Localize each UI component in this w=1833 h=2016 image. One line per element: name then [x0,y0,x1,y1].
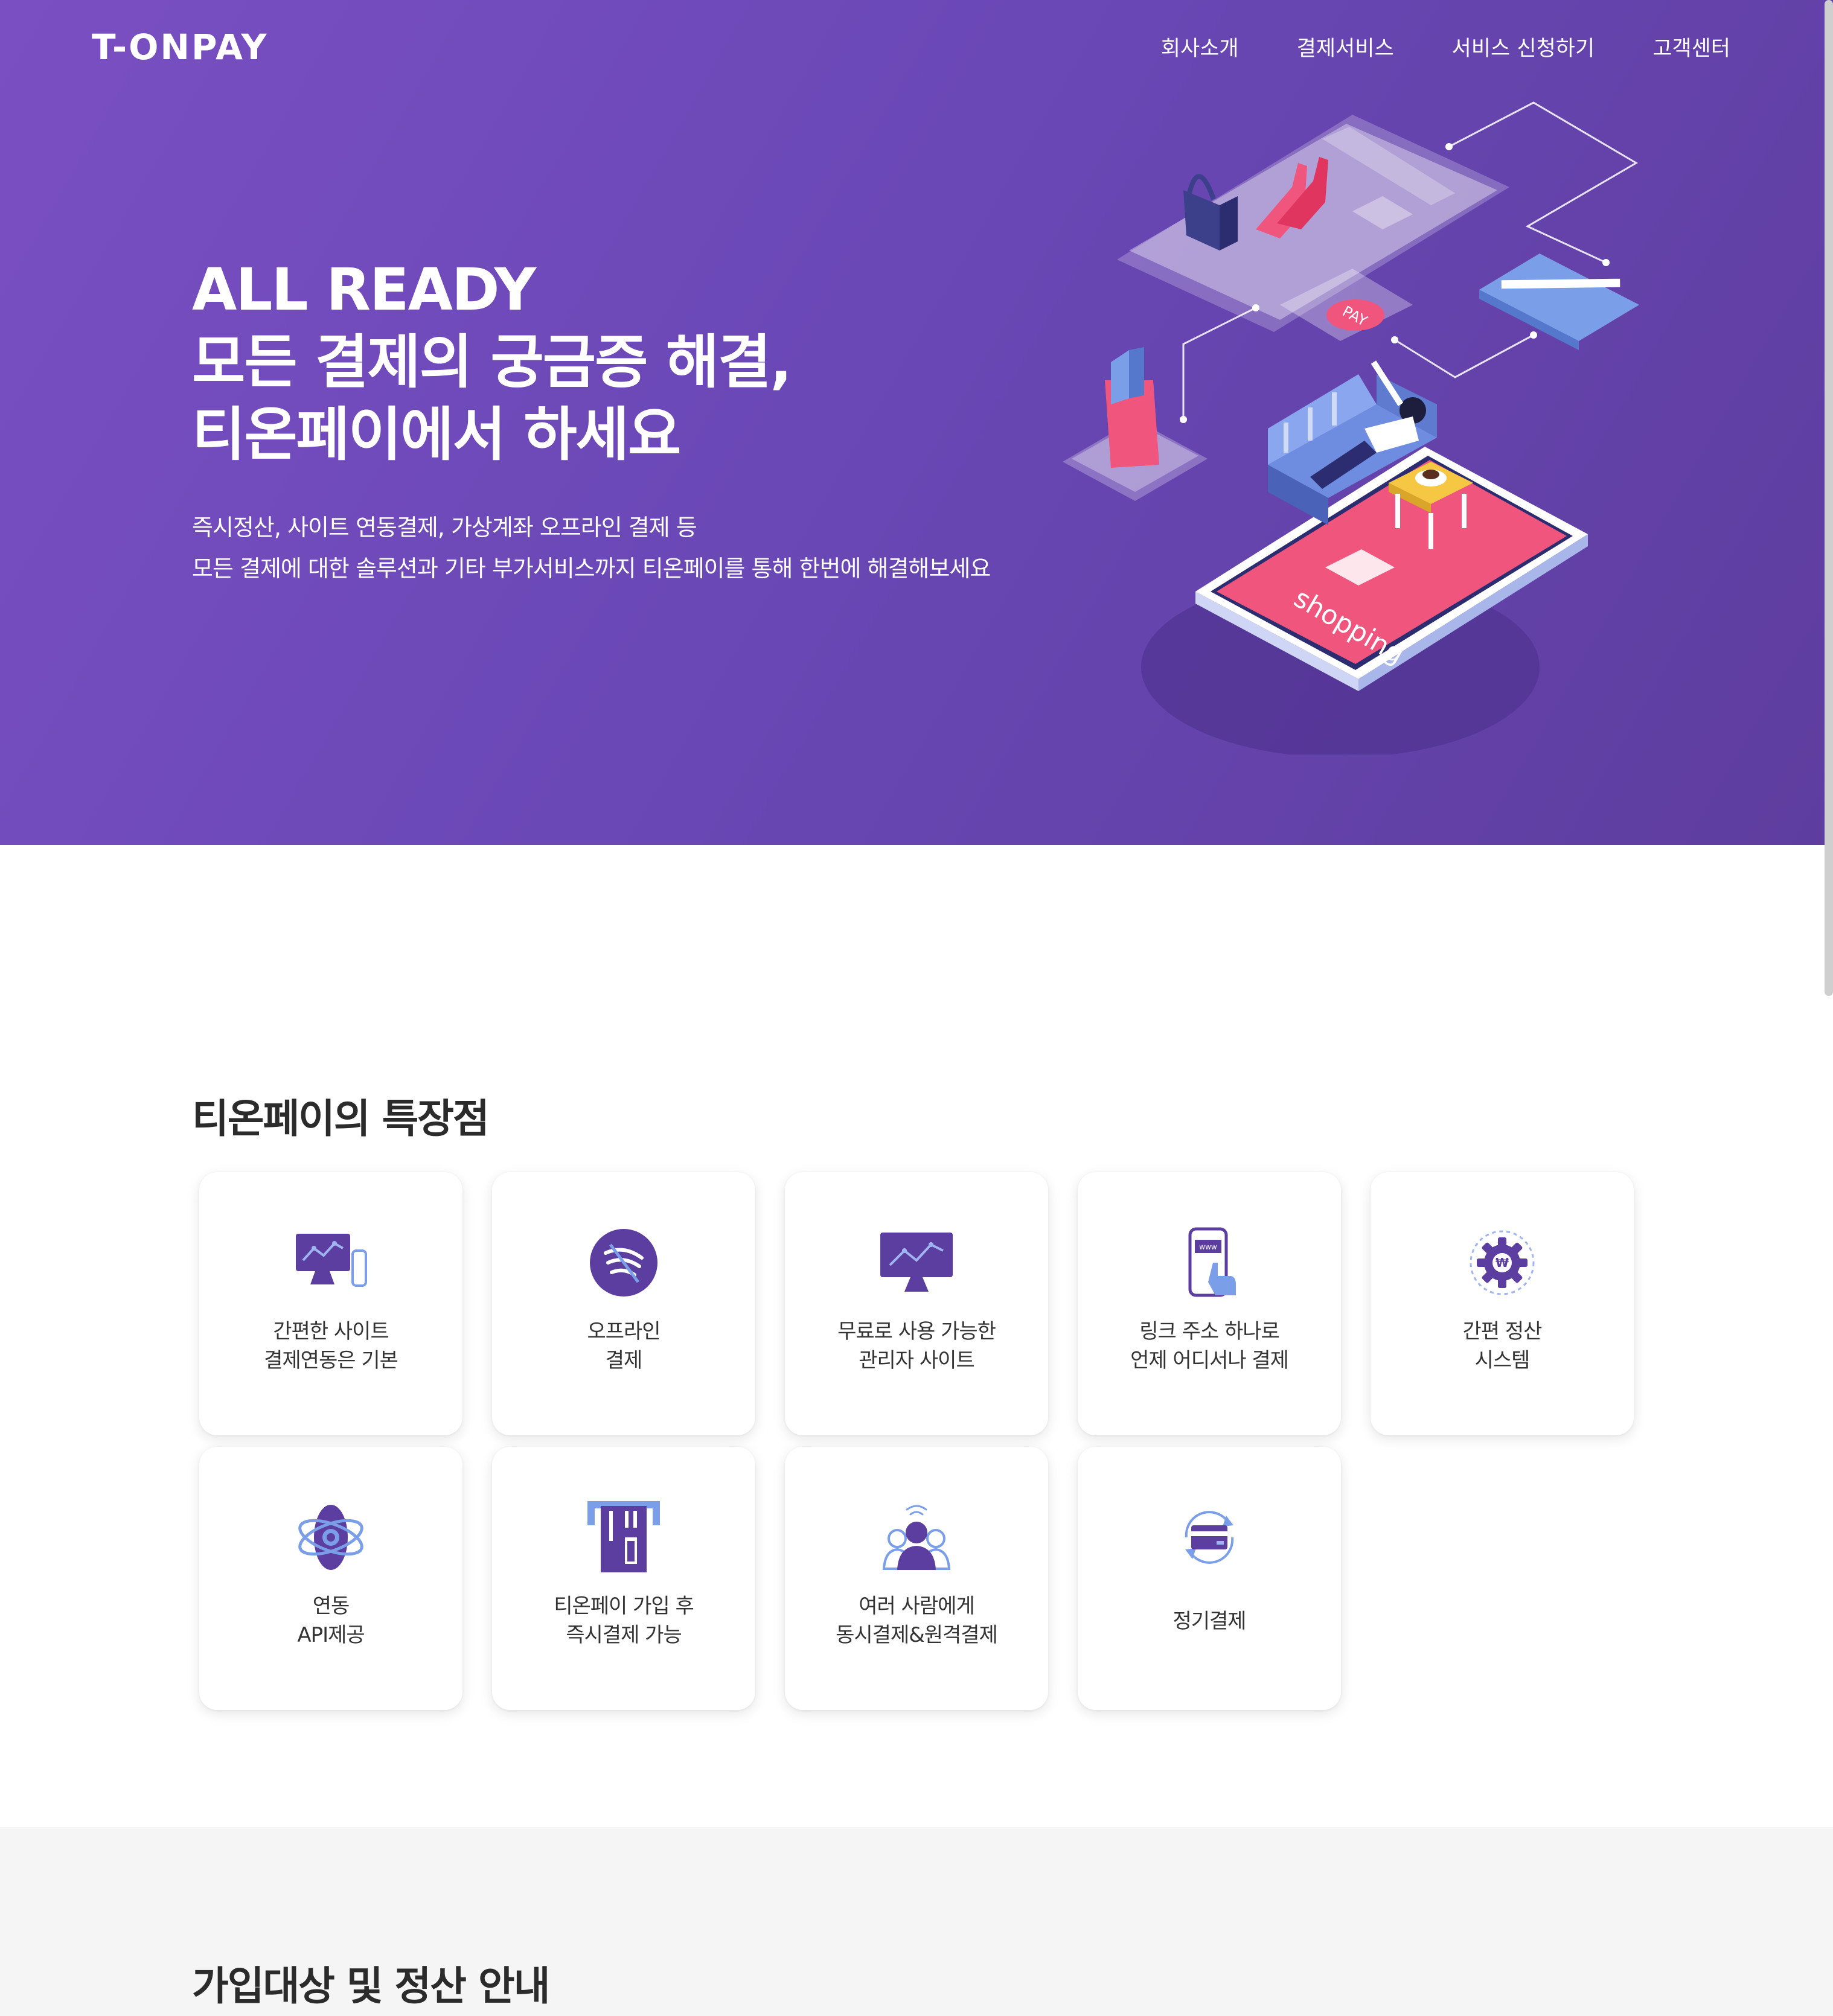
feature-card-api[interactable]: 연동 API제공 [199,1447,462,1710]
feature-label-line: 결제 [605,1348,643,1373]
feature-label-line: 간편 정산 [1462,1319,1543,1344]
shopping-illustration: PAY shopping [1063,101,1639,754]
feature-card-admin-site[interactable]: 무료로 사용 가능한 관리자 사이트 [785,1172,1048,1435]
hero-title-line: 티온페이에서 하세요 [192,401,681,468]
feature-label-line: 여러 사람에게 [859,1594,975,1618]
feature-card-link-payment[interactable]: www 링크 주소 하나로 언제 어디서나 결제 [1078,1172,1341,1435]
www-text: www [1199,1243,1217,1251]
site-logo[interactable]: T-ONPAY [92,27,268,68]
main-nav: 회사소개 결제서비스 서비스 신청하기 고객센터 [1161,31,1730,62]
nav-item-support[interactable]: 고객센터 [1652,31,1730,62]
won-text: ₩ [1496,1255,1509,1270]
feature-label: 티온페이 가입 후 즉시결제 가능 [492,1592,755,1650]
nav-item-company[interactable]: 회사소개 [1161,31,1239,62]
monitor-chart-icon [880,1233,953,1292]
feature-label: 링크 주소 하나로 언제 어디서나 결제 [1078,1317,1341,1375]
phone-link-icon: www [1188,1227,1236,1297]
page-scrollbar[interactable] [1825,0,1833,996]
feature-label-line: 링크 주소 하나로 [1139,1319,1280,1344]
feature-label: 정기결제 [1078,1607,1341,1636]
feature-card-instant-payment[interactable]: 티온페이 가입 후 즉시결제 가능 [492,1447,755,1710]
feature-label-line: 시스템 [1474,1348,1531,1373]
hero-title-line: ALL READY [192,256,536,324]
feature-card-settlement[interactable]: ₩ 간편 정산 시스템 [1371,1172,1634,1435]
feature-label-line: 동시결제&원격결제 [836,1623,998,1647]
contactless-pay-icon [590,1229,657,1297]
atom-api-icon [298,1505,363,1570]
feature-card-offline-payment[interactable]: 오프라인 결제 [492,1172,755,1435]
info-section: 가입대상 및 정산 안내 [0,1827,1833,2016]
feature-label-line: API제공 [297,1623,365,1647]
features-title: 티온페이의 특장점 [192,1096,490,1142]
info-title: 가입대상 및 정산 안내 [192,1963,550,2009]
monitor-phone-chart-icon [296,1234,367,1287]
people-signal-icon [882,1505,951,1570]
hero-title: ALL READY 모든 결제의 궁금증 해결, 티온페이에서 하세요 [192,254,792,471]
feature-label: 연동 API제공 [199,1592,462,1650]
feature-label-line: 즉시결제 가능 [566,1623,682,1647]
recurring-card-icon [1185,1511,1234,1564]
hero-desc-line: 즉시정산, 사이트 연동결제, 가상계좌 오프라인 결제 등 [192,514,697,541]
nav-item-payment-service[interactable]: 결제서비스 [1297,31,1394,62]
feature-label-line: 관리자 사이트 [859,1348,975,1373]
feature-label: 여러 사람에게 동시결제&원격결제 [785,1592,1048,1650]
gear-won-icon: ₩ [1470,1230,1535,1295]
feature-label-line: 정기결제 [1172,1609,1246,1633]
feature-label: 오프라인 결제 [492,1317,755,1375]
feature-label-line: 언제 어디서나 결제 [1130,1348,1289,1373]
card-terminal-icon [587,1501,660,1572]
feature-label-line: 티온페이 가입 후 [554,1594,694,1618]
feature-label-line: 무료로 사용 가능한 [837,1319,996,1344]
feature-label-line: 오프라인 [587,1319,661,1344]
feature-label-line: 연동 [312,1594,350,1618]
feature-card-site-integration[interactable]: 간편한 사이트 결제연동은 기본 [199,1172,462,1435]
feature-card-recurring-payment[interactable]: 정기결제 [1078,1447,1341,1710]
feature-label: 간편한 사이트 결제연동은 기본 [199,1317,462,1375]
feature-label-line: 간편한 사이트 [273,1319,389,1344]
feature-label-line: 결제연동은 기본 [264,1348,398,1373]
hero-description: 즉시정산, 사이트 연동결제, 가상계좌 오프라인 결제 등 모든 결제에 대한… [192,507,991,589]
hero-banner: T-ONPAY 회사소개 결제서비스 서비스 신청하기 고객센터 ALL REA… [0,0,1833,845]
features-grid: 간편한 사이트 결제연동은 기본 오프라인 결제 무료로 사용 가능한 관리자 … [199,1172,1648,1715]
feature-card-group-payment[interactable]: 여러 사람에게 동시결제&원격결제 [785,1447,1048,1710]
hero-title-line: 모든 결제의 궁금증 해결, [192,328,792,396]
hero-desc-line: 모든 결제에 대한 솔루션과 기타 부가서비스까지 티온페이를 통해 한번에 해… [192,555,991,582]
feature-label: 무료로 사용 가능한 관리자 사이트 [785,1317,1048,1375]
feature-label: 간편 정산 시스템 [1371,1317,1634,1375]
nav-item-apply[interactable]: 서비스 신청하기 [1452,31,1595,62]
